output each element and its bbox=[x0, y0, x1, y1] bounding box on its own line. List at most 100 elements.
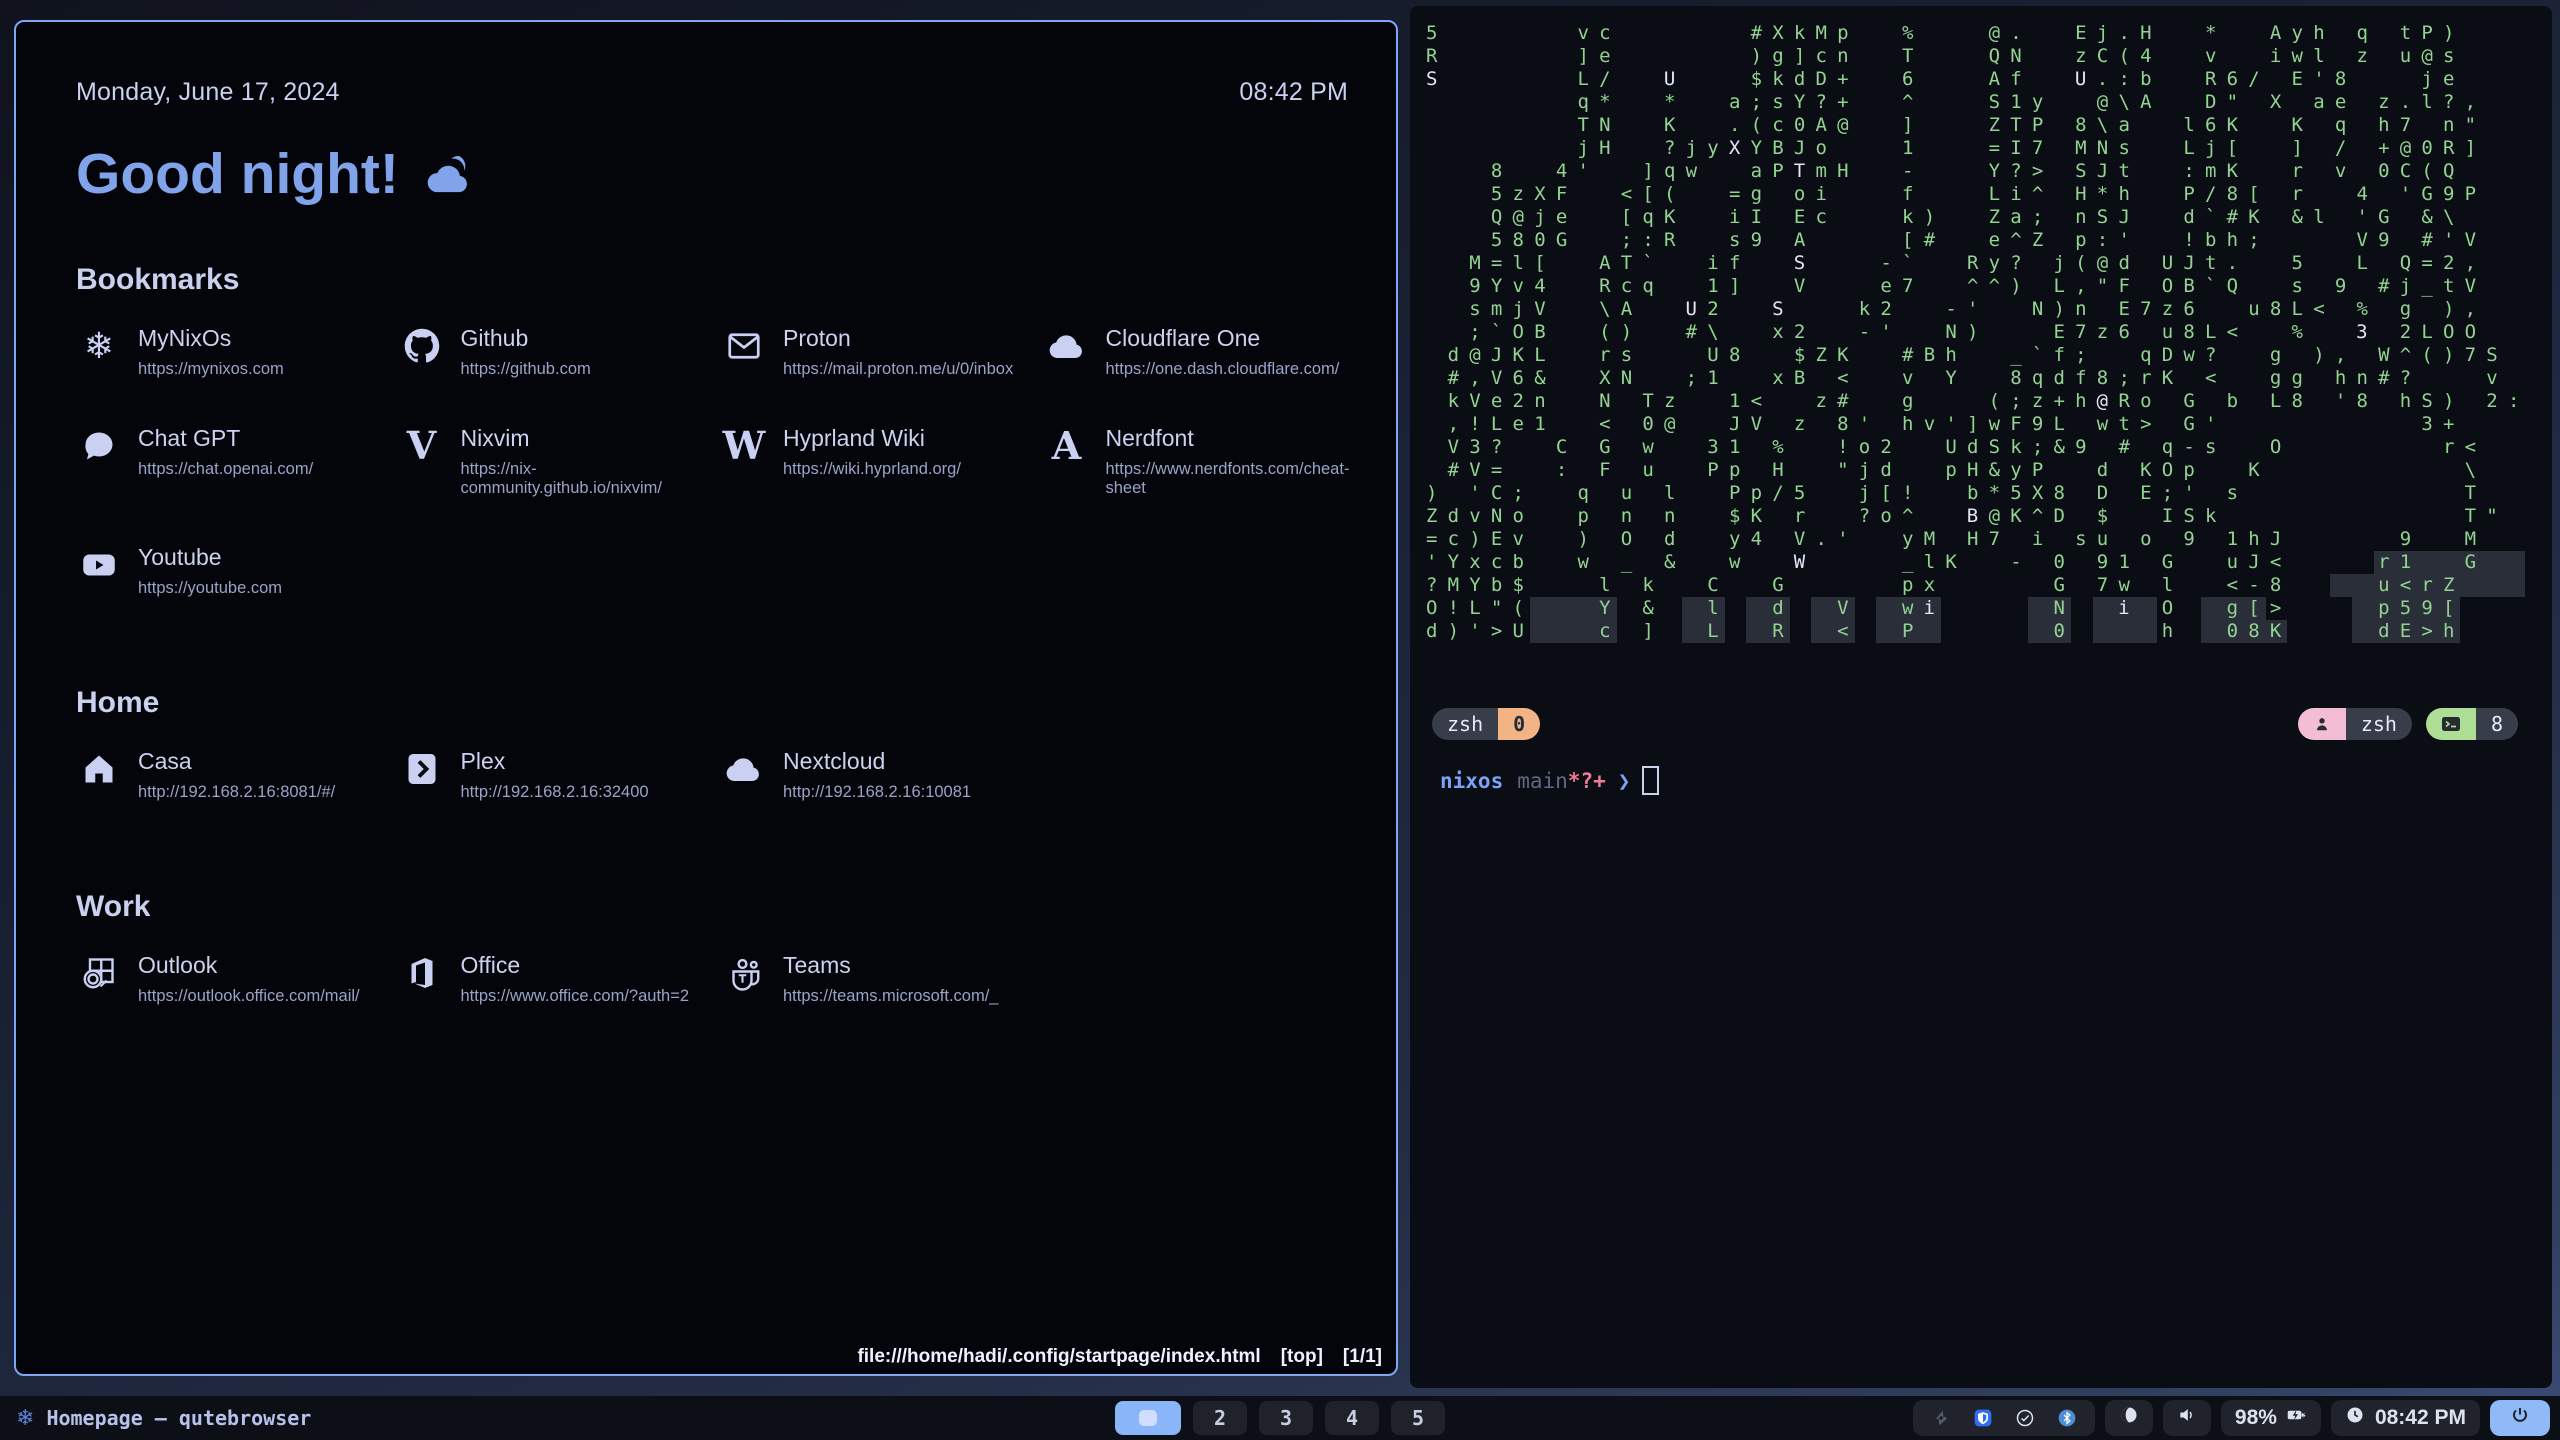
section-title: Bookmarks bbox=[76, 263, 1348, 297]
matrix-row: 580G ;:R s9 A [# e^Z p:' !bh; V9 #'V bbox=[1426, 229, 2530, 252]
volume-module[interactable] bbox=[2163, 1400, 2211, 1436]
desktop: Monday, June 17, 2024 08:42 PM Good nigh… bbox=[0, 0, 2560, 1440]
matrix-head-char: S bbox=[1794, 252, 1816, 275]
section-work: WorkOutlookhttps://outlook.office.com/ma… bbox=[76, 890, 1348, 1006]
bookmark-name: Youtube bbox=[138, 544, 282, 571]
bookmark-youtube[interactable]: Youtubehttps://youtube.com bbox=[76, 542, 399, 598]
terminal-window: 5 vc #XkMp % @. Ej.H * Ayh q tP)R ]e )g]… bbox=[1410, 6, 2552, 1388]
active-window-title: Homepage — qutebrowser bbox=[46, 1406, 311, 1430]
house-icon bbox=[76, 746, 122, 792]
matrix-head-char: S bbox=[1772, 298, 1794, 321]
matrix-head-char: i bbox=[2118, 597, 2140, 620]
check-circle-icon[interactable] bbox=[2015, 1408, 2035, 1428]
youtube-icon bbox=[76, 542, 122, 588]
matrix-head-char: W bbox=[1794, 551, 1816, 574]
link-sections: Bookmarks ❄MyNixOshttps://mynixos.comGith… bbox=[76, 263, 1348, 1006]
bookmark-hyprland-wiki[interactable]: WHyprland Wikihttps://wiki.hyprland.org/ bbox=[721, 423, 1044, 498]
matrix-row: S M=l[ AT` if -` Ry? j(@d UJt. 5 L Q=2, bbox=[1426, 252, 2530, 275]
bookmark-github[interactable]: Githubhttps://github.com bbox=[399, 323, 722, 379]
letter-a-icon: A bbox=[1044, 423, 1090, 469]
prompt-git-status: *?+ bbox=[1568, 769, 1606, 793]
greeting-title: Good night! bbox=[76, 141, 1348, 207]
matrix-row: =c)Ev ) O d y4 V.' yM H7 i su o 9 1hJ 9 … bbox=[1426, 528, 2530, 551]
workspace-5[interactable]: 5 bbox=[1391, 1401, 1445, 1435]
bookmark-name: Teams bbox=[783, 952, 998, 979]
system-tray bbox=[1913, 1400, 2095, 1436]
bookmark-office[interactable]: Officehttps://www.office.com/?auth=2 bbox=[399, 950, 722, 1006]
shell-prompt: nixos main *?+ ❯ bbox=[1440, 766, 1659, 795]
bookmark-name: Chat GPT bbox=[138, 425, 313, 452]
matrix-row: ?MYb$ l k C G px G 7w l <-8 u<rZ bbox=[1426, 574, 2530, 597]
prompt-symbol: ❯ bbox=[1618, 769, 1631, 793]
waybar-right-modules: 98% 08:42 PM bbox=[1913, 1400, 2550, 1436]
workspace-2[interactable]: 2 bbox=[1193, 1401, 1247, 1435]
matrix-row: 5 vc #XkMp % @. Ej.H * Ayh q tP) bbox=[1426, 22, 2530, 45]
bookmark-url: https://github.com bbox=[461, 360, 591, 379]
cloud-icon bbox=[1044, 323, 1090, 369]
moon-cloud-icon bbox=[417, 154, 475, 194]
workspace-1-active[interactable] bbox=[1115, 1401, 1181, 1435]
github-icon bbox=[399, 323, 445, 369]
matrix-row: T 8 4' ]qw aP mH - Y?> SJt :mK r v 0C(Q bbox=[1426, 160, 2530, 183]
bookmark-url: https://outlook.office.com/mail/ bbox=[138, 987, 360, 1006]
status-pill-8: 8 bbox=[2426, 708, 2518, 740]
bookmark-url: https://nix-community.github.io/nixvim/ bbox=[461, 460, 722, 498]
bookmark-nerdfont[interactable]: ANerdfonthttps://www.nerdfonts.com/cheat… bbox=[1044, 423, 1367, 498]
matrix-row: R ]e )g]cn T QN zC(4 v iwl z u@s bbox=[1426, 45, 2530, 68]
time-text: 08:42 PM bbox=[1239, 78, 1348, 107]
pane-pill-index: 0 bbox=[1498, 708, 1540, 740]
bookmark-url: http://192.168.2.16:8081/#/ bbox=[138, 783, 335, 802]
date-row: Monday, June 17, 2024 08:42 PM bbox=[76, 78, 1348, 107]
clock-module[interactable]: 08:42 PM bbox=[2331, 1400, 2480, 1436]
chat-bubble-icon bbox=[76, 423, 122, 469]
bookmark-url: https://teams.microsoft.com/_ bbox=[783, 987, 998, 1006]
matrix-row: d@JKL rs U8 $ZK #Bh _`f; qDw? g ), W^()7… bbox=[1426, 344, 2530, 367]
volume-icon bbox=[2177, 1405, 2197, 1431]
bluetooth-icon[interactable] bbox=[2057, 1408, 2077, 1428]
workspace-4[interactable]: 4 bbox=[1325, 1401, 1379, 1435]
bookmark-proton[interactable]: Protonhttps://mail.proton.me/u/0/inbox bbox=[721, 323, 1044, 379]
night-light-toggle[interactable] bbox=[2105, 1400, 2153, 1436]
section-home: HomeCasahttp://192.168.2.16:8081/#/Plexh… bbox=[76, 686, 1348, 802]
matrix-row: ,!Le1 < 0@ JV z 8' hv']wF9L wt> G' 3+ bbox=[1426, 413, 2530, 436]
matrix-row: Q@je [qK iI Ec k) Za; nSJ d`#K &l 'G &\ bbox=[1426, 206, 2530, 229]
bookmark-mynixos[interactable]: ❄MyNixOshttps://mynixos.com bbox=[76, 323, 399, 379]
bookmark-chat-gpt[interactable]: Chat GPThttps://chat.openai.com/ bbox=[76, 423, 399, 498]
bookmark-url: http://192.168.2.16:32400 bbox=[461, 783, 649, 802]
bookmark-cloudflare-one[interactable]: Cloudflare Onehttps://one.dash.cloudflar… bbox=[1044, 323, 1367, 379]
matrix-head-char: T bbox=[1794, 160, 1816, 183]
links-grid: ❄MyNixOshttps://mynixos.comGithubhttps:/… bbox=[76, 323, 1366, 598]
workspace-3[interactable]: 3 bbox=[1259, 1401, 1313, 1435]
matrix-row: @ kVe2n N Tz 1< z# g (;z+h Ro G b L8 '8 … bbox=[1426, 390, 2530, 413]
bookmark-nixvim[interactable]: VNixvimhttps://nix-community.github.io/n… bbox=[399, 423, 722, 498]
pane-pill-zsh: zsh 0 bbox=[1432, 708, 1540, 740]
mail-icon bbox=[721, 323, 767, 369]
nix-snowflake-icon: ❄ bbox=[76, 323, 122, 369]
bookmark-plex[interactable]: Plexhttp://192.168.2.16:32400 bbox=[399, 746, 722, 802]
status-pill-label: 8 bbox=[2476, 708, 2518, 740]
bookmark-url: https://www.office.com/?auth=2 bbox=[461, 987, 690, 1006]
bookmark-url: https://mynixos.com bbox=[138, 360, 284, 379]
battery-charging-icon bbox=[2287, 1405, 2307, 1431]
power-button[interactable] bbox=[2490, 1400, 2550, 1436]
bookmark-casa[interactable]: Casahttp://192.168.2.16:8081/#/ bbox=[76, 746, 399, 802]
matrix-row: US smjV \A 2 k2 -' N)n E7z6 u8L< % g ), bbox=[1426, 298, 2530, 321]
status-pill-label: zsh bbox=[2346, 708, 2412, 740]
bookmark-outlook[interactable]: Outlookhttps://outlook.office.com/mail/ bbox=[76, 950, 399, 1006]
matrix-row: TN K .(c0A@ ] ZTP 8\a l6K K q h7 n" bbox=[1426, 114, 2530, 137]
status-pill-zsh: zsh bbox=[2298, 708, 2412, 740]
night-light-icon bbox=[2119, 1405, 2139, 1431]
office-icon bbox=[399, 950, 445, 996]
bookmark-name: Hyprland Wiki bbox=[783, 425, 961, 452]
shield-icon[interactable] bbox=[1973, 1408, 1993, 1428]
terminal-cursor[interactable] bbox=[1642, 766, 1659, 795]
terminal-icon bbox=[2426, 708, 2476, 740]
battery-module[interactable]: 98% bbox=[2221, 1400, 2321, 1436]
date-text: Monday, June 17, 2024 bbox=[76, 78, 340, 107]
arrows-icon[interactable] bbox=[1931, 1408, 1951, 1428]
bookmark-name: Nerdfont bbox=[1106, 425, 1367, 452]
matrix-row: iiO!L"( Y & l d V w N O g[> p59[ bbox=[1426, 597, 2530, 620]
cloud-icon bbox=[721, 746, 767, 792]
bookmark-nextcloud[interactable]: Nextcloudhttp://192.168.2.16:10081 bbox=[721, 746, 1044, 802]
bookmark-teams[interactable]: Teams https://teams.microsoft.com/_ bbox=[721, 950, 1044, 1006]
